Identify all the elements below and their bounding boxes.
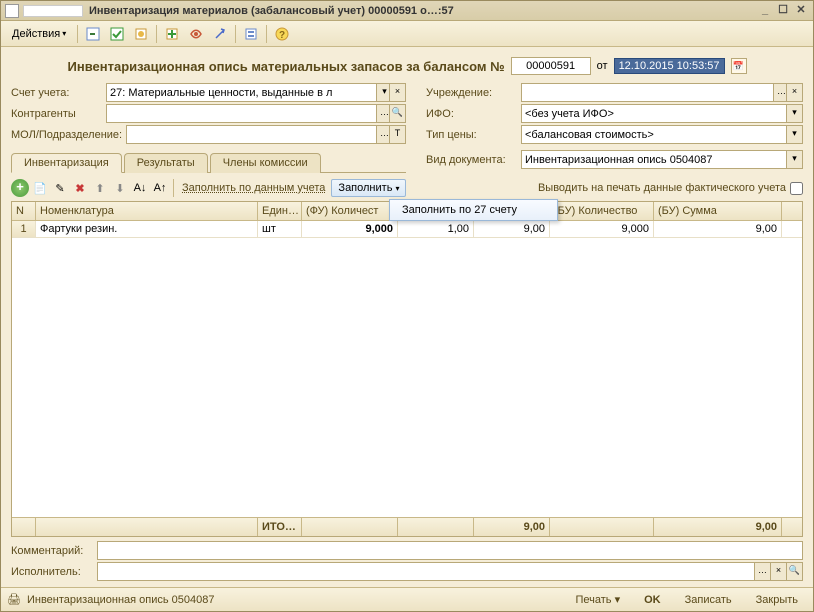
- footer-f3: 9,00: [474, 518, 550, 536]
- actions-menu[interactable]: Действия ▾: [5, 24, 73, 44]
- fill-button[interactable]: Заполнить▾: [331, 179, 406, 197]
- doctype-input[interactable]: Инвентаризационная опись 0504087 ▾: [521, 150, 803, 169]
- col-bs[interactable]: (БУ) Сумма: [654, 202, 782, 220]
- search-icon[interactable]: 🔍: [786, 563, 802, 580]
- clear-icon[interactable]: ×: [786, 84, 802, 101]
- tab-commission[interactable]: Члены комиссии: [210, 153, 321, 173]
- app-icon: [5, 4, 19, 18]
- maximize-button[interactable]: ☐: [775, 4, 791, 18]
- clear-icon[interactable]: ×: [389, 84, 405, 101]
- contr-label: Контрагенты: [11, 108, 106, 120]
- close-button[interactable]: Закрыть: [747, 591, 807, 609]
- text-icon[interactable]: T: [389, 126, 405, 143]
- svg-text:?: ?: [279, 30, 285, 41]
- print-fact-label: Выводить на печать данные фактического у…: [538, 182, 786, 194]
- exec-input[interactable]: … × 🔍: [97, 562, 803, 581]
- print-button[interactable]: Печать ▾: [566, 590, 629, 609]
- fill-dropdown: Заполнить по 27 счету: [389, 199, 558, 221]
- account-input[interactable]: 27: Материальные ценности, выданные в л …: [106, 83, 406, 102]
- ifo-input[interactable]: <без учета ИФО> ▾: [521, 104, 803, 123]
- dropdown-icon[interactable]: ▾: [786, 151, 802, 168]
- price-input[interactable]: <балансовая стоимость> ▾: [521, 125, 803, 144]
- window-title: Инвентаризация материалов (забалансовый …: [89, 5, 755, 17]
- tab-results[interactable]: Результаты: [124, 153, 208, 173]
- mol-input[interactable]: … T: [126, 125, 406, 144]
- ok-button[interactable]: OK: [635, 591, 670, 609]
- tool-icon-5[interactable]: [185, 24, 207, 44]
- copy-row-icon[interactable]: 📄: [31, 179, 49, 197]
- comment-label: Комментарий:: [11, 545, 97, 557]
- account-label: Счет учета:: [11, 87, 106, 99]
- move-up-icon[interactable]: ⬆: [91, 179, 109, 197]
- minimize-button[interactable]: _: [757, 4, 773, 18]
- status-bar: 🖨 Инвентаризационная опись 0504087 Печат…: [1, 587, 813, 611]
- help-icon[interactable]: ?: [271, 24, 293, 44]
- contr-input[interactable]: … 🔍: [106, 104, 406, 123]
- col-ed[interactable]: Един…: [258, 202, 302, 220]
- table-row[interactable]: 1 Фартуки резин. шт 9,000 1,00 9,00 9,00…: [12, 221, 802, 238]
- inventory-grid: N Номенклатура Един… (ФУ) Количест (БУ) …: [11, 201, 803, 537]
- calendar-icon[interactable]: 📅: [731, 58, 747, 74]
- add-row-button[interactable]: +: [11, 179, 29, 197]
- lookup-icon[interactable]: …: [754, 563, 770, 580]
- titlebar: Инвентаризация материалов (забалансовый …: [1, 1, 813, 21]
- tool-icon-2[interactable]: [106, 24, 128, 44]
- col-bk[interactable]: (БУ) Количество: [550, 202, 654, 220]
- tool-icon-4[interactable]: [161, 24, 183, 44]
- grid-toolbar: + 📄 ✎ ✖ ⬆ ⬇ A↓ A↑ Заполнить по данным уч…: [11, 175, 803, 201]
- tool-icon-7[interactable]: [240, 24, 262, 44]
- col-n[interactable]: N: [12, 202, 36, 220]
- tab-inventory[interactable]: Инвентаризация: [11, 153, 122, 173]
- footer-label: ИТО…: [258, 518, 302, 536]
- document-number-input[interactable]: [511, 57, 591, 75]
- printer-icon[interactable]: 🖨: [7, 593, 21, 606]
- save-button[interactable]: Записать: [676, 591, 741, 609]
- col-fk[interactable]: (ФУ) Количест: [302, 202, 398, 220]
- search-icon[interactable]: 🔍: [389, 105, 405, 122]
- status-doc: Инвентаризационная опись 0504087: [27, 594, 215, 606]
- from-label: от: [597, 60, 608, 72]
- mol-label: МОЛ/Подразделение:: [11, 129, 126, 141]
- tool-icon-1[interactable]: [82, 24, 104, 44]
- tool-icon-6[interactable]: [209, 24, 231, 44]
- tool-icon-3[interactable]: [130, 24, 152, 44]
- dropdown-icon[interactable]: ▾: [786, 126, 802, 143]
- ifo-label: ИФО:: [426, 108, 521, 120]
- edit-row-icon[interactable]: ✎: [51, 179, 69, 197]
- clear-icon[interactable]: ×: [770, 563, 786, 580]
- title-placeholder: [23, 5, 83, 17]
- document-date[interactable]: 12.10.2015 10:53:57: [614, 58, 725, 74]
- document-title: Инвентаризационная опись материальных за…: [68, 59, 505, 74]
- fill-by-27-item[interactable]: Заполнить по 27 счету: [390, 200, 557, 220]
- dropdown-icon[interactable]: ▾: [786, 105, 802, 122]
- sort-desc-icon[interactable]: A↑: [151, 179, 169, 197]
- document-title-row: Инвентаризационная опись материальных за…: [11, 57, 803, 75]
- move-down-icon[interactable]: ⬇: [111, 179, 129, 197]
- org-label: Учреждение:: [426, 87, 521, 99]
- comment-input[interactable]: [97, 541, 803, 560]
- footer-bs: 9,00: [654, 518, 782, 536]
- price-label: Тип цены:: [426, 129, 521, 141]
- doctype-label: Вид документа:: [426, 154, 521, 166]
- print-fact-checkbox[interactable]: [790, 182, 803, 195]
- exec-label: Исполнитель:: [11, 566, 97, 578]
- col-nom[interactable]: Номенклатура: [36, 202, 258, 220]
- fill-by-account-link[interactable]: Заполнить по данным учета: [178, 182, 329, 194]
- org-input[interactable]: … ×: [521, 83, 803, 102]
- delete-row-icon[interactable]: ✖: [71, 179, 89, 197]
- close-button[interactable]: ✕: [793, 4, 809, 18]
- sort-asc-icon[interactable]: A↓: [131, 179, 149, 197]
- main-toolbar: Действия ▾ ?: [1, 21, 813, 47]
